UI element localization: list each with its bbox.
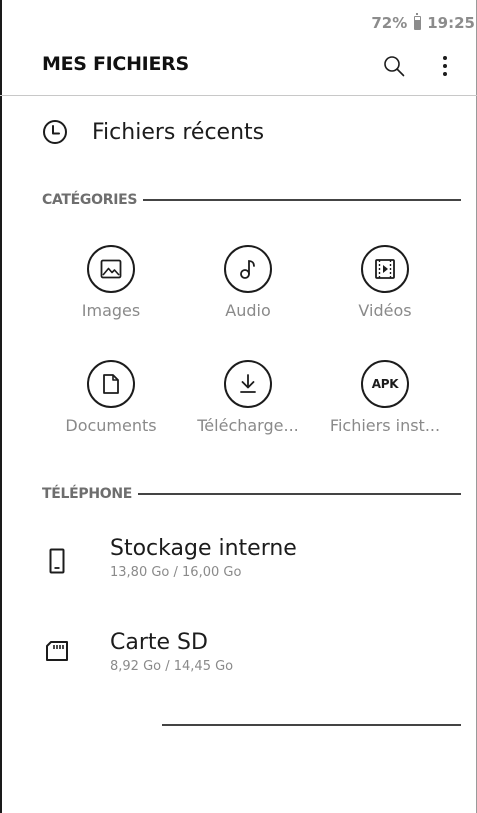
battery-percent: 72% — [371, 14, 408, 32]
categories-section-header: CATÉGORIES — [42, 190, 461, 210]
storage-size: 8,92 Go / 14,45 Go — [110, 659, 234, 674]
more-options-button[interactable] — [432, 53, 458, 79]
storage-name: Stockage interne — [110, 536, 297, 561]
category-label: Images — [81, 301, 141, 320]
category-downloads[interactable]: Télécharge... — [183, 360, 313, 435]
storage-sd-card-item[interactable]: Carte SD 8,92 Go / 14,45 Go — [42, 630, 233, 674]
video-icon — [375, 259, 395, 279]
category-label: Fichiers inst... — [329, 416, 441, 435]
category-label: Vidéos — [358, 301, 412, 320]
search-button[interactable] — [381, 53, 407, 79]
category-label: Télécharge... — [197, 416, 299, 435]
list-divider — [162, 724, 461, 726]
category-installation-files[interactable]: APK Fichiers inst... — [320, 360, 450, 435]
search-icon — [384, 56, 405, 77]
storage-internal-item[interactable]: Stockage interne 13,80 Go / 16,00 Go — [42, 536, 297, 580]
categories-title: CATÉGORIES — [42, 192, 138, 208]
clock-icon — [43, 120, 67, 144]
recent-files-item[interactable]: Fichiers récents — [42, 112, 264, 152]
category-documents[interactable]: Documents — [46, 360, 176, 435]
section-divider — [143, 199, 461, 201]
music-note-icon — [240, 260, 255, 279]
image-icon — [100, 259, 122, 279]
phone-title: TÉLÉPHONE — [42, 486, 133, 502]
category-label: Documents — [65, 416, 157, 435]
clock-time: 19:25 — [427, 14, 475, 32]
app-header: MES FICHIERS — [0, 50, 477, 95]
page-title: MES FICHIERS — [42, 53, 189, 75]
storage-name: Carte SD — [110, 630, 208, 655]
sd-card-icon — [46, 641, 68, 661]
left-border — [0, 0, 2, 813]
category-label: Audio — [225, 301, 271, 320]
apk-icon: APK — [371, 377, 399, 391]
file-manager-screen: 72% 19:25 MES FICHIERS Fichiers récents — [0, 0, 477, 813]
phone-storage-icon — [49, 548, 65, 574]
header-divider — [0, 95, 477, 96]
download-icon — [240, 374, 256, 393]
document-icon — [103, 374, 119, 394]
category-videos[interactable]: Vidéos — [320, 245, 450, 320]
section-divider — [138, 493, 461, 495]
more-vert-icon — [443, 56, 447, 76]
category-images[interactable]: Images — [46, 245, 176, 320]
status-bar: 72% 19:25 — [371, 13, 475, 32]
category-audio[interactable]: Audio — [183, 245, 313, 320]
storage-size: 13,80 Go / 16,00 Go — [110, 565, 242, 580]
recent-files-label: Fichiers récents — [92, 119, 265, 145]
phone-section-header: TÉLÉPHONE — [42, 484, 461, 504]
battery-icon — [414, 13, 422, 30]
